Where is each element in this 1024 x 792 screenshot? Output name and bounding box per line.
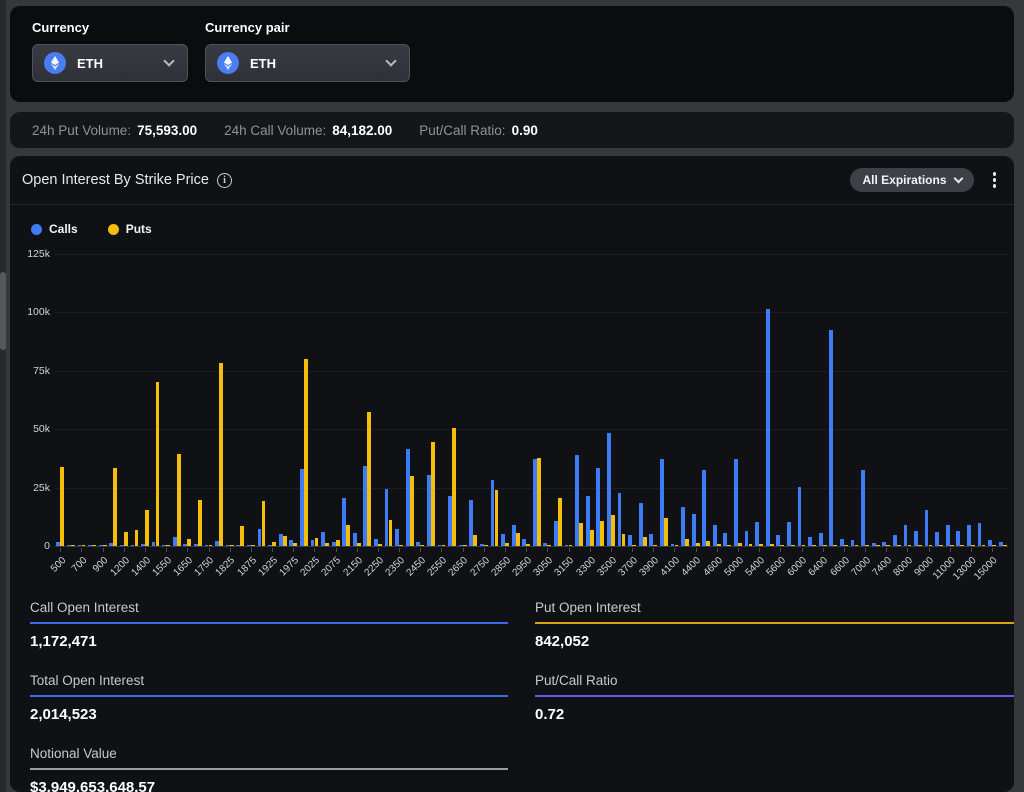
eth-icon: [217, 52, 239, 74]
put-call-ratio-value: 0.90: [512, 123, 538, 138]
put-volume-stat: 24h Put Volume: 75,593.00: [32, 123, 197, 138]
puts-dot-icon: [108, 224, 119, 235]
info-icon[interactable]: i: [217, 173, 232, 188]
currency-pair-filter-group: Currency pair ETH: [205, 20, 410, 102]
expirations-filter-label: All Expirations: [862, 173, 946, 187]
put-oi-value: 842,052: [535, 633, 1014, 650]
put-call-ratio-oi-label: Put/Call Ratio: [535, 673, 1014, 688]
call-oi-underline: [30, 622, 508, 624]
expirations-filter-button[interactable]: All Expirations: [850, 168, 973, 192]
calls-dot-icon: [31, 224, 42, 235]
kebab-menu-icon[interactable]: [990, 169, 1000, 191]
put-oi-stat: Put Open Interest 842,052: [535, 600, 1014, 650]
total-oi-value: 2,014,523: [30, 706, 508, 723]
call-oi-label: Call Open Interest: [30, 600, 508, 615]
call-volume-stat: 24h Call Volume: 84,182.00: [224, 123, 392, 138]
chevron-down-icon: [953, 174, 963, 184]
chart-title: Open Interest By Strike Price: [22, 172, 209, 188]
currency-filter-group: Currency ETH: [32, 20, 188, 102]
open-interest-card: Open Interest By Strike Price i All Expi…: [10, 156, 1014, 792]
calls-legend-label: Calls: [49, 222, 78, 236]
filters-card: Currency ETH Currency pair: [10, 6, 1014, 102]
put-call-ratio-underline: [535, 695, 1014, 697]
puts-legend-label: Puts: [126, 222, 152, 236]
currency-pair-dropdown[interactable]: ETH: [205, 44, 410, 82]
legend-item-puts[interactable]: Puts: [108, 222, 152, 236]
put-volume-value: 75,593.00: [137, 123, 197, 138]
x-axis-labels: 5007009001200140015501650175018251875192…: [55, 548, 1008, 594]
currency-pair-value: ETH: [250, 56, 276, 71]
chart-legend: Calls Puts: [31, 222, 152, 236]
eth-icon: [44, 52, 66, 74]
total-oi-underline: [30, 695, 508, 697]
notional-value-stat: Notional Value $3,949,653,648.57: [30, 746, 508, 792]
legend-item-calls[interactable]: Calls: [31, 222, 78, 236]
call-volume-value: 84,182.00: [332, 123, 392, 138]
call-oi-stat: Call Open Interest 1,172,471: [30, 600, 508, 650]
currency-dropdown[interactable]: ETH: [32, 44, 188, 82]
chart-header: Open Interest By Strike Price i All Expi…: [10, 156, 1014, 205]
page-scrollbar[interactable]: [0, 0, 6, 792]
call-volume-label: 24h Call Volume:: [224, 123, 326, 138]
put-call-ratio-oi-value: 0.72: [535, 706, 1014, 723]
put-oi-underline: [535, 622, 1014, 624]
put-call-ratio-stat: Put/Call Ratio: 0.90: [419, 123, 538, 138]
chevron-down-icon: [385, 55, 396, 66]
currency-value: ETH: [77, 56, 103, 71]
total-oi-stat: Total Open Interest 2,014,523: [30, 673, 508, 723]
put-oi-label: Put Open Interest: [535, 600, 1014, 615]
put-call-ratio-label: Put/Call Ratio:: [419, 123, 505, 138]
put-volume-label: 24h Put Volume:: [32, 123, 131, 138]
call-oi-value: 1,172,471: [30, 633, 508, 650]
notional-value-label: Notional Value: [30, 746, 508, 761]
scrollbar-thumb[interactable]: [0, 272, 6, 350]
open-interest-summary: Call Open Interest 1,172,471 Put Open In…: [30, 600, 1014, 792]
put-call-ratio-oi-stat: Put/Call Ratio 0.72: [535, 673, 1014, 723]
chevron-down-icon: [163, 55, 174, 66]
plot-area[interactable]: [55, 254, 1008, 547]
currency-label: Currency: [32, 20, 188, 35]
total-oi-label: Total Open Interest: [30, 673, 508, 688]
notional-value-underline: [30, 768, 508, 770]
volume-stats-bar: 24h Put Volume: 75,593.00 24h Call Volum…: [10, 112, 1014, 148]
notional-value-value: $3,949,653,648.57: [30, 779, 508, 792]
y-axis-labels: 025k50k75k100k125k: [10, 254, 50, 547]
currency-pair-label: Currency pair: [205, 20, 410, 35]
